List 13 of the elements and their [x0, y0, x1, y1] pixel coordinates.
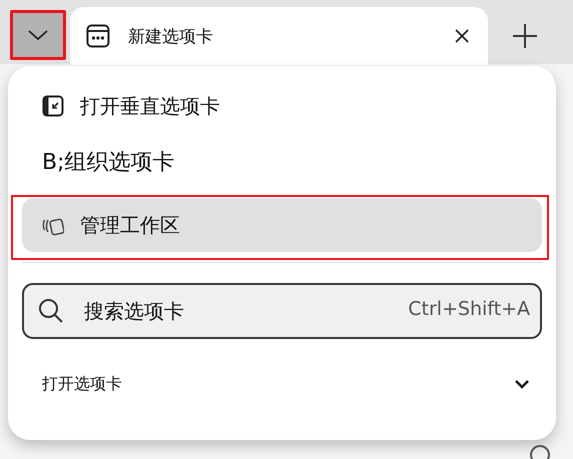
vertical-tabs-icon	[42, 95, 64, 117]
new-tab-icon[interactable]	[512, 23, 538, 49]
chevron-icon	[514, 379, 530, 389]
tab-title: 新建选项卡	[128, 26, 214, 48]
browser-tab[interactable]: 新建选项卡	[70, 7, 488, 65]
menu-item[interactable]: 打开垂直选项卡	[22, 82, 542, 130]
menu-item[interactable]: B;组织选项卡	[22, 138, 542, 186]
menu-item[interactable]: 管理工作区	[22, 198, 542, 252]
chevron-down-icon	[27, 28, 49, 42]
tab-page-icon	[86, 24, 110, 48]
shortcut-hint: Ctrl+Shift+A	[408, 298, 530, 320]
open-tabs-header[interactable]: 打开选项卡	[22, 369, 542, 399]
close-icon[interactable]	[454, 28, 470, 44]
